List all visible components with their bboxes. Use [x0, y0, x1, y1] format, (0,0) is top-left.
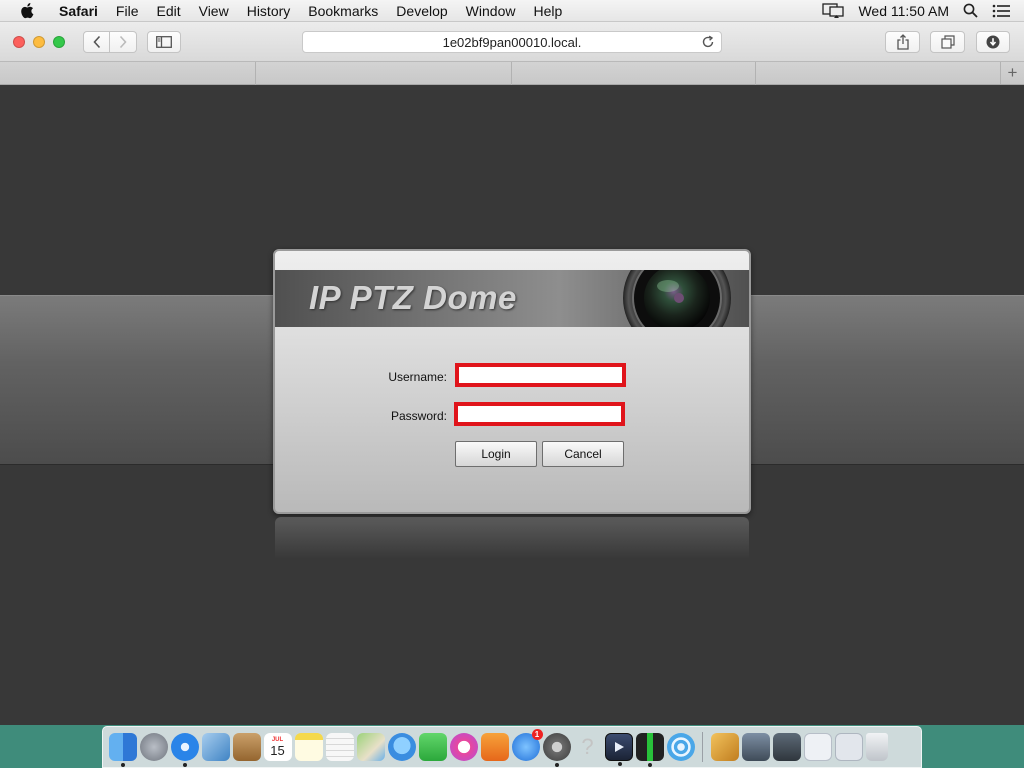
terminal-icon[interactable]: [635, 733, 664, 767]
dock-separator: [702, 732, 703, 762]
downloads-stack-icon[interactable]: [834, 733, 863, 761]
wifi-icon[interactable]: [666, 733, 695, 761]
menu-bar: Safari File Edit View History Bookmarks …: [0, 0, 1024, 22]
address-bar[interactable]: 1e02bf9pan00010.local.: [302, 31, 722, 53]
launchpad-icon[interactable]: [139, 733, 168, 761]
password-label: Password:: [390, 409, 447, 423]
app-store-badge: 1: [531, 729, 543, 740]
menu-extras: Wed 11:50 AM: [808, 0, 1024, 22]
facetime-icon[interactable]: [418, 733, 447, 761]
notification-center-icon[interactable]: [992, 4, 1010, 18]
reminders-icon[interactable]: [325, 733, 354, 761]
finder-icon[interactable]: [108, 733, 137, 767]
tab-3[interactable]: [512, 62, 756, 85]
quicktime-icon[interactable]: [604, 733, 633, 766]
network-icon[interactable]: [772, 733, 801, 761]
zoom-window-button[interactable]: [53, 35, 65, 48]
messages-icon[interactable]: [387, 733, 416, 761]
tab-1[interactable]: [0, 62, 256, 85]
back-button[interactable]: [83, 30, 110, 53]
menu-app-name[interactable]: Safari: [50, 0, 107, 22]
menu-view[interactable]: View: [190, 0, 238, 22]
show-tabs-button[interactable]: [930, 31, 965, 53]
spotlight-search-icon[interactable]: [963, 3, 978, 18]
menu-edit[interactable]: Edit: [147, 0, 189, 22]
download-icon: [986, 35, 1000, 49]
cancel-button[interactable]: Cancel: [542, 441, 624, 467]
close-window-button[interactable]: [13, 35, 25, 48]
package-icon[interactable]: [710, 733, 739, 761]
login-button[interactable]: Login: [455, 441, 537, 467]
menu-history[interactable]: History: [238, 0, 300, 22]
ibooks-icon[interactable]: [480, 733, 509, 761]
browser-toolbar: 1e02bf9pan00010.local.: [0, 22, 1024, 62]
safari-icon[interactable]: [170, 733, 199, 767]
chevron-left-icon: [92, 35, 100, 48]
minimize-window-button[interactable]: [33, 35, 45, 48]
tab-2[interactable]: [256, 62, 512, 85]
downloads-button[interactable]: [976, 31, 1010, 53]
share-button[interactable]: [885, 31, 920, 53]
menu-clock[interactable]: Wed 11:50 AM: [858, 3, 949, 19]
calendar-icon[interactable]: JUL 15: [263, 733, 292, 761]
system-preferences-icon[interactable]: [542, 733, 571, 767]
menu-help[interactable]: Help: [524, 0, 571, 22]
document-stack-icon[interactable]: [803, 733, 832, 761]
trash-icon[interactable]: [865, 733, 888, 761]
itunes-icon[interactable]: [449, 733, 478, 761]
tabs-overview-icon: [940, 35, 955, 49]
plus-icon: +: [1007, 63, 1018, 82]
reload-icon[interactable]: [701, 35, 715, 49]
screen-sharing-icon[interactable]: [741, 733, 770, 761]
share-icon: [896, 34, 909, 50]
tab-bar: +: [0, 62, 1024, 85]
preview-photos-icon[interactable]: [201, 733, 230, 761]
running-indicator: [647, 763, 652, 767]
nav-buttons: [83, 30, 137, 53]
menu-window[interactable]: Window: [457, 0, 525, 22]
menu-develop[interactable]: Develop: [387, 0, 456, 22]
running-indicator: [554, 763, 559, 767]
contacts-icon[interactable]: [232, 733, 261, 761]
panel-reflection: [275, 517, 749, 559]
play-icon: [614, 742, 624, 752]
sidebar-icon: [156, 35, 172, 48]
apple-icon[interactable]: [20, 2, 36, 19]
login-panel: IP PTZ Dome Username: Password: Login Ca…: [273, 249, 751, 514]
chevron-right-icon: [119, 35, 127, 48]
app-store-icon[interactable]: 1: [511, 729, 543, 761]
airplay-icon[interactable]: [822, 2, 845, 19]
running-indicator: [617, 762, 622, 766]
password-input[interactable]: [454, 402, 625, 426]
running-indicator: [120, 763, 125, 767]
address-text: 1e02bf9pan00010.local.: [442, 34, 582, 50]
maps-icon[interactable]: [356, 733, 385, 761]
dock: JUL 15 1 ?: [102, 726, 922, 768]
login-banner: IP PTZ Dome: [275, 270, 749, 327]
window-controls: [13, 35, 73, 48]
username-input[interactable]: [455, 363, 626, 387]
new-tab-button[interactable]: +: [1000, 62, 1024, 84]
notes-icon[interactable]: [294, 733, 323, 761]
forward-button[interactable]: [110, 30, 137, 53]
username-label: Username:: [388, 370, 447, 384]
calendar-day: 15: [270, 742, 285, 758]
running-indicator: [182, 763, 187, 767]
tab-4[interactable]: [756, 62, 1000, 85]
camera-lens-icon: [623, 270, 731, 327]
menu-file[interactable]: File: [107, 0, 148, 22]
web-page: IP PTZ Dome Username: Password: Login Ca…: [0, 85, 1024, 725]
sidebar-toggle-button[interactable]: [147, 30, 181, 53]
banner-title: IP PTZ Dome: [309, 279, 517, 316]
menu-bookmarks[interactable]: Bookmarks: [299, 0, 387, 22]
help-icon[interactable]: ?: [574, 733, 602, 761]
